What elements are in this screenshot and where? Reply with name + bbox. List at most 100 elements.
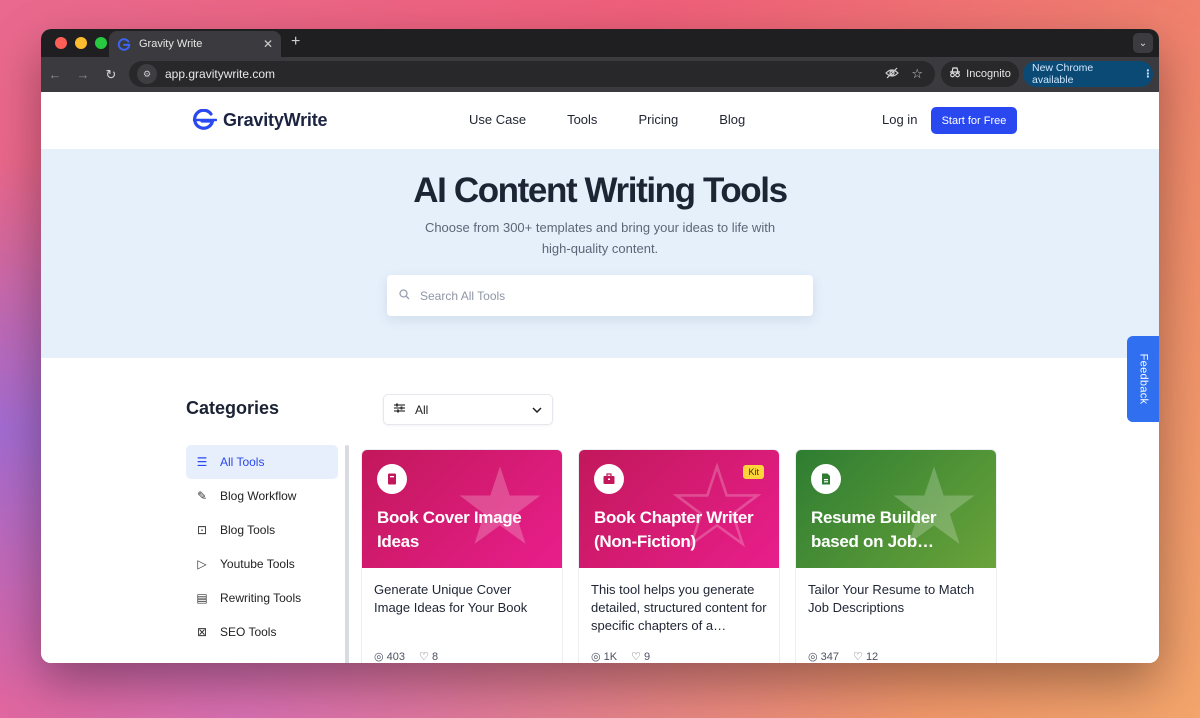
list-icon: ☰ (196, 455, 208, 469)
main-nav: Use Case Tools Pricing Blog (469, 112, 745, 127)
category-filter-dropdown[interactable]: All (383, 394, 553, 425)
category-label: Rewriting Tools (220, 591, 302, 605)
search-icon (399, 288, 410, 303)
start-for-free-button[interactable]: Start for Free (931, 107, 1017, 134)
window-controls (55, 37, 107, 49)
category-label: Youtube Tools (220, 557, 295, 571)
card-description: Generate Unique Cover Image Ideas for Yo… (374, 582, 528, 615)
hero-section: AI Content Writing Tools Choose from 300… (41, 149, 1159, 358)
play-icon: ▷ (197, 557, 207, 571)
maximize-window-button[interactable] (95, 37, 107, 49)
web-page: GravityWrite Use Case Tools Pricing Blog… (41, 92, 1159, 663)
chevron-down-icon (532, 404, 542, 416)
login-link[interactable]: Log in (882, 112, 917, 127)
card-title: Book Chapter Writer (Non-Fiction) (594, 508, 754, 551)
incognito-indicator[interactable]: Incognito (941, 61, 1019, 87)
category-all-tools[interactable]: ☰ All Tools (186, 445, 338, 479)
incognito-label: Incognito (966, 68, 1011, 80)
category-seo-tools[interactable]: ⊠ SEO Tools (186, 615, 338, 649)
nav-blog[interactable]: Blog (719, 112, 745, 127)
logo[interactable]: GravityWrite (191, 109, 328, 131)
category-blog-tools[interactable]: ⊡ Blog Tools (186, 513, 338, 547)
new-tab-icon[interactable]: + (291, 33, 300, 51)
minimize-window-button[interactable] (75, 37, 87, 49)
briefcase-icon (594, 464, 624, 494)
likes-count[interactable]: ♡ 8 (419, 650, 438, 663)
incognito-icon (949, 67, 961, 81)
search-input[interactable] (420, 288, 800, 303)
tab-search-chevron-icon[interactable]: ⌄ (1133, 33, 1153, 53)
eye-icon: ◎ (374, 651, 387, 663)
address-bar[interactable]: ⚙ app.gravitywrite.com ☆ (129, 61, 935, 87)
document-icon: ▤ (196, 591, 208, 605)
category-label: SEO Tools (220, 625, 277, 639)
kit-badge: Kit (743, 465, 764, 479)
category-label: Blog Tools (220, 523, 276, 537)
close-window-button[interactable] (55, 37, 67, 49)
nav-pricing[interactable]: Pricing (638, 112, 678, 127)
category-list: ☰ All Tools ✎ Blog Workflow ⊡ Blog Tools… (186, 445, 338, 649)
nav-tools[interactable]: Tools (567, 112, 597, 127)
file-icon (811, 464, 841, 494)
category-youtube-tools[interactable]: ▷ Youtube Tools (186, 547, 338, 581)
gravitywrite-favicon-icon (117, 38, 131, 51)
category-blog-workflow[interactable]: ✎ Blog Workflow (186, 479, 338, 513)
book-icon (377, 464, 407, 494)
card-stats: ◎ 347 ♡ 12 (796, 650, 996, 663)
card-description: This tool helps you generate detailed, s… (591, 582, 767, 633)
feedback-label: Feedback (1137, 353, 1149, 405)
likes-count[interactable]: ♡ 9 (631, 650, 650, 663)
card-title: Resume Builder based on Job… (811, 508, 937, 551)
tab-bar: Gravity Write ✕ + ⌄ (41, 29, 1159, 57)
forward-icon[interactable]: → (69, 67, 97, 82)
search-box (387, 275, 813, 316)
nav-use-case[interactable]: Use Case (469, 112, 526, 127)
reload-icon[interactable]: ↻ (97, 67, 125, 83)
site-settings-icon[interactable]: ⚙ (137, 64, 157, 84)
edit-box-icon: ✎ (196, 489, 208, 503)
site-header: GravityWrite Use Case Tools Pricing Blog… (41, 92, 1159, 149)
heart-icon: ♡ (631, 651, 645, 663)
bookmark-star-icon[interactable]: ☆ (911, 66, 923, 82)
heart-icon: ♡ (853, 651, 866, 663)
eye-icon: ◎ (591, 651, 604, 663)
card-banner: Kit Book Chapter Writer (Non-Fiction) (579, 450, 779, 568)
likes-count[interactable]: ♡ 12 (853, 650, 878, 663)
more-menu-icon[interactable]: ⋮ (1143, 68, 1154, 80)
tab-close-icon[interactable]: ✕ (263, 37, 273, 51)
categories-heading: Categories (186, 398, 280, 418)
browser-window: Gravity Write ✕ + ⌄ ← → ↻ ⚙ app.gravityw… (41, 29, 1159, 663)
feedback-tab[interactable]: Feedback (1127, 336, 1159, 422)
browser-search-icon: ⊡ (196, 523, 208, 537)
card-title: Book Cover Image Ideas (377, 508, 522, 551)
heart-icon: ♡ (419, 651, 432, 663)
category-label: All Tools (220, 455, 265, 469)
eye-off-icon[interactable] (885, 67, 900, 82)
chrome-update-button[interactable]: New Chrome available ⋮ (1023, 61, 1153, 87)
tab-title: Gravity Write (139, 38, 203, 50)
card-stats: ◎ 1K ♡ 9 (579, 650, 779, 663)
category-label: Blog Workflow (220, 489, 297, 503)
search-page-icon: ⊠ (196, 625, 208, 639)
card-description: Tailor Your Resume to Match Job Descript… (808, 582, 975, 615)
tool-card[interactable]: Kit Book Chapter Writer (Non-Fiction) Th… (578, 449, 780, 663)
page-title: AI Content Writing Tools (413, 171, 788, 210)
eye-icon: ◎ (808, 651, 821, 663)
category-rewriting-tools[interactable]: ▤ Rewriting Tools (186, 581, 338, 615)
browser-tab[interactable]: Gravity Write ✕ (109, 31, 281, 57)
gravitywrite-logo-icon (192, 109, 217, 130)
card-stats: ◎ 403 ♡ 8 (362, 650, 562, 663)
views-count: ◎ 347 (808, 651, 840, 663)
category-scrollbar[interactable] (345, 445, 349, 663)
views-count: ◎ 1K (591, 651, 618, 663)
update-label: New Chrome available (1032, 62, 1094, 86)
views-count: ◎ 403 (374, 651, 406, 663)
url-text: app.gravitywrite.com (165, 67, 276, 81)
hero-subtitle: Choose from 300+ templates and bring you… (424, 220, 776, 256)
tool-card[interactable]: Book Cover Image Ideas Generate Unique C… (361, 449, 563, 663)
brand-name: GravityWrite (223, 109, 328, 130)
back-icon[interactable]: ← (41, 67, 69, 82)
tool-card[interactable]: Resume Builder based on Job… Tailor Your… (795, 449, 997, 663)
sliders-icon (394, 403, 405, 416)
browser-toolbar: ← → ↻ ⚙ app.gravitywrite.com ☆ Incognito… (41, 57, 1159, 92)
